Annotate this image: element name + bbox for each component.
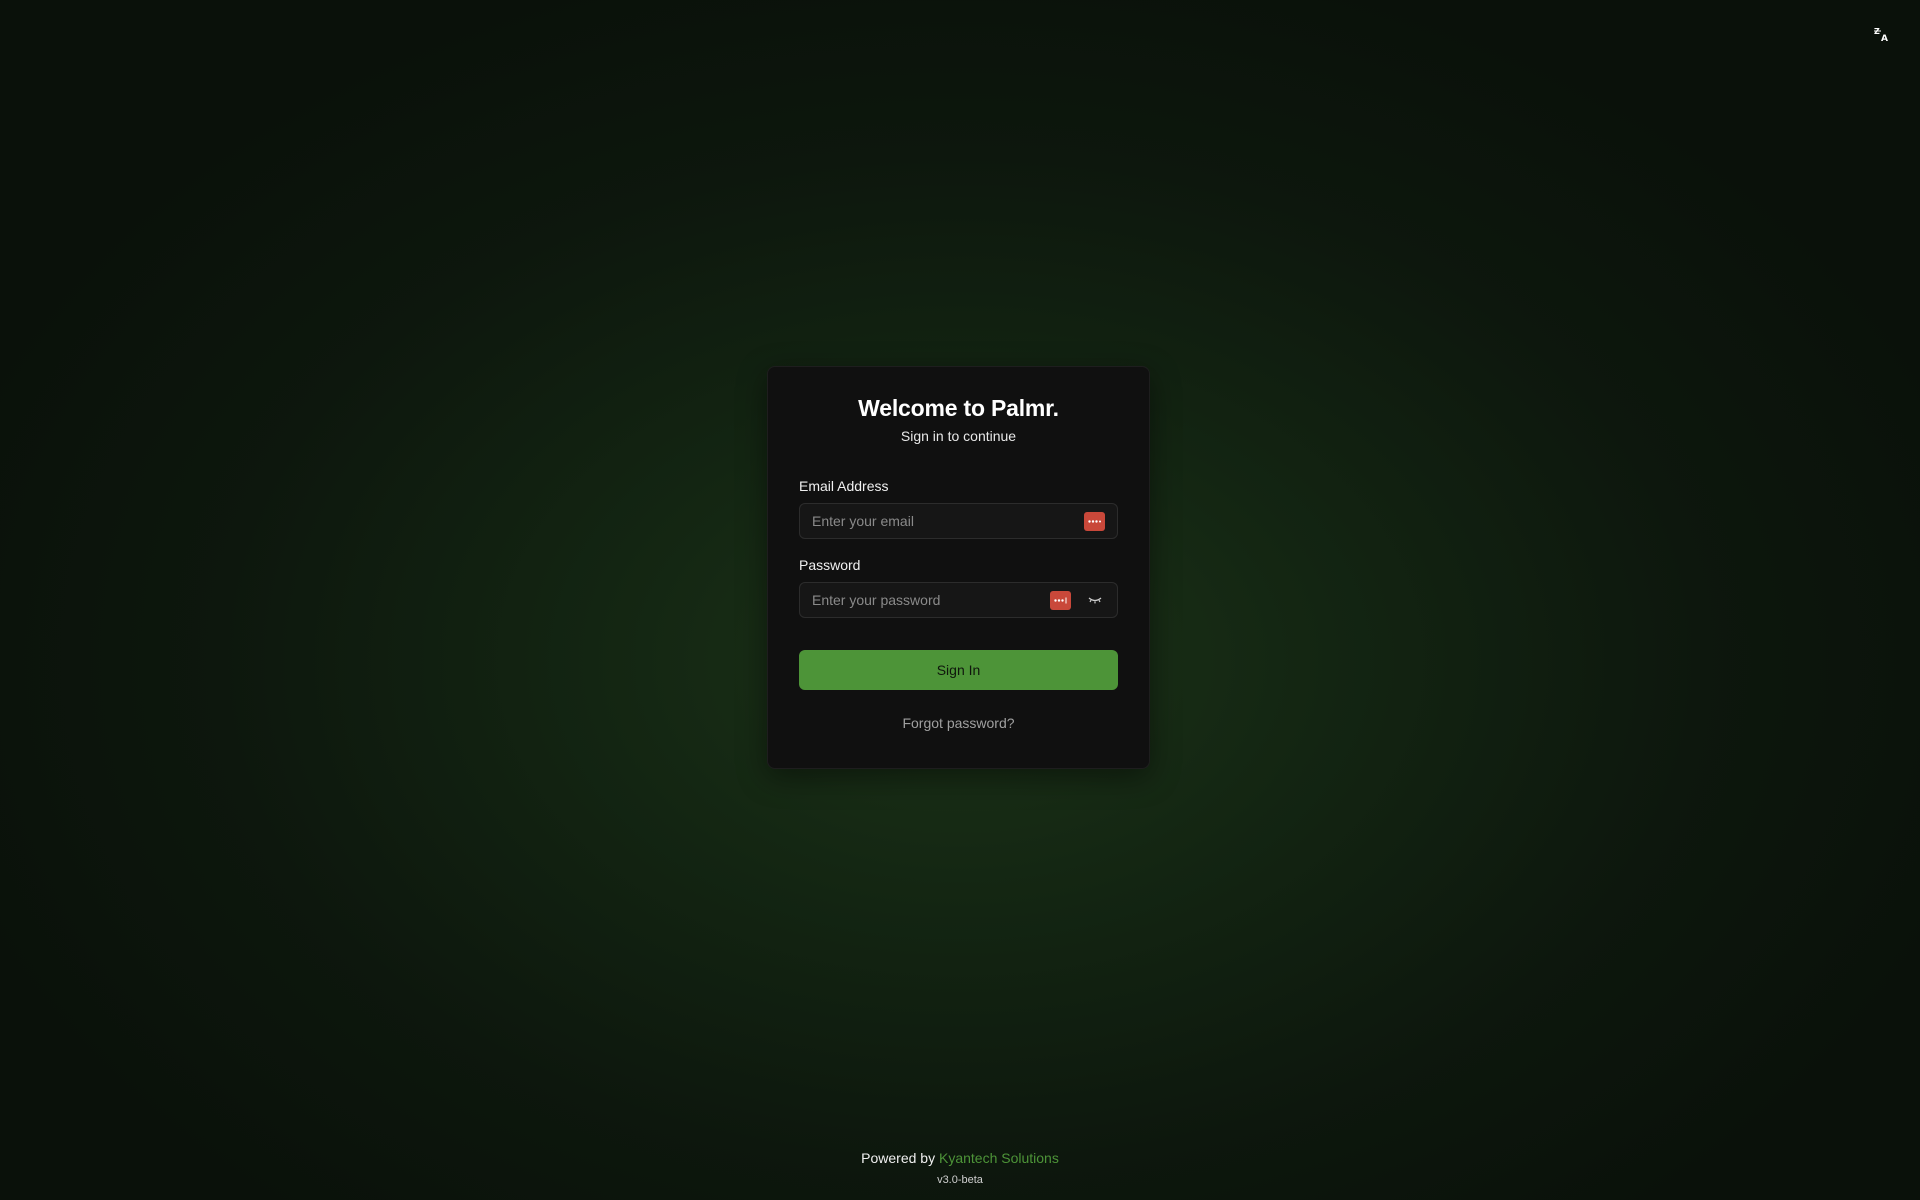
svg-text:A: A bbox=[1881, 34, 1888, 42]
translate-icon: Z A bbox=[1874, 27, 1888, 42]
eye-closed-icon bbox=[1088, 597, 1102, 604]
language-switcher-button[interactable]: Z A bbox=[1868, 22, 1896, 46]
forgot-password-link[interactable]: Forgot password? bbox=[799, 715, 1118, 731]
page-title: Welcome to Palmr. bbox=[858, 395, 1059, 421]
password-field[interactable] bbox=[812, 592, 1050, 608]
page-subtitle: Sign in to continue bbox=[900, 428, 1017, 444]
password-field-wrapper bbox=[799, 582, 1118, 618]
email-label: Email Address bbox=[799, 478, 889, 494]
company-link[interactable]: Kyantech Solutions bbox=[939, 1150, 1059, 1166]
email-field[interactable] bbox=[812, 513, 1084, 529]
toggle-password-visibility-button[interactable] bbox=[1085, 590, 1105, 610]
powered-by-label: Powered by bbox=[861, 1150, 936, 1166]
login-card: Welcome to Palmr. Sign in to continue Em… bbox=[767, 366, 1150, 769]
version-label: v3.0-beta bbox=[937, 1174, 983, 1186]
email-field-wrapper bbox=[799, 503, 1118, 539]
powered-by-footer: Powered by Kyantech Solutions bbox=[0, 1149, 1920, 1167]
password-manager-icon[interactable] bbox=[1050, 590, 1071, 610]
sign-in-button[interactable]: Sign In bbox=[799, 650, 1118, 690]
password-label: Password bbox=[799, 557, 861, 573]
password-manager-icon[interactable] bbox=[1084, 511, 1105, 531]
